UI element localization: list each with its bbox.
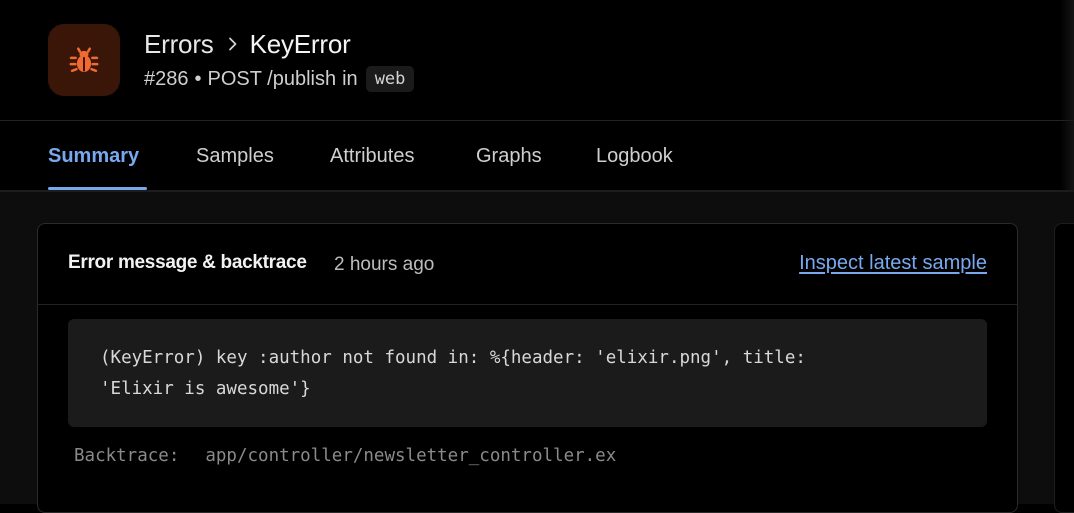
incident-subtitle: #286 • POST /publish in web — [144, 63, 415, 95]
subtitle-in-label: in — [342, 67, 358, 90]
right-edge-shade — [1060, 0, 1074, 192]
breadcrumb-errors-link[interactable]: Errors — [144, 29, 214, 60]
page-header: Errors KeyError #286 • POST /publish in … — [0, 0, 1074, 120]
bug-icon — [69, 47, 99, 73]
error-message-code: (KeyError) key :author not found in: %{h… — [68, 319, 987, 427]
error-icon-badge — [48, 24, 120, 96]
tab-bar: Summary Samples Attributes Graphs Logboo… — [0, 121, 1074, 191]
breadcrumb: Errors KeyError — [144, 27, 351, 61]
tab-attributes[interactable]: Attributes — [330, 121, 414, 191]
inspect-latest-sample-link[interactable]: Inspect latest sample — [799, 252, 987, 275]
tab-graphs[interactable]: Graphs — [476, 121, 542, 191]
page-title: KeyError — [249, 28, 351, 59]
tab-logbook[interactable]: Logbook — [596, 121, 673, 191]
tab-summary[interactable]: Summary — [48, 121, 139, 191]
subtitle-separator: • — [194, 67, 202, 90]
namespace-badge: web — [365, 66, 415, 92]
backtrace-line: Backtrace: app/controller/newsletter_cont… — [74, 446, 616, 466]
tab-samples[interactable]: Samples — [196, 121, 274, 191]
chevron-right-icon — [220, 31, 246, 57]
side-panel-card — [1054, 223, 1074, 513]
backtrace-label: Backtrace: — [74, 446, 180, 466]
card-title: Error message & backtrace — [68, 252, 307, 273]
error-message-card: Error message & backtrace 2 hours ago In… — [37, 223, 1018, 513]
backtrace-path: app/controller/newsletter_controller.ex — [205, 446, 617, 466]
card-divider — [38, 304, 1017, 305]
action-name: POST /publish — [207, 67, 337, 90]
card-timestamp: 2 hours ago — [334, 254, 435, 275]
incident-number: #286 — [144, 67, 189, 90]
